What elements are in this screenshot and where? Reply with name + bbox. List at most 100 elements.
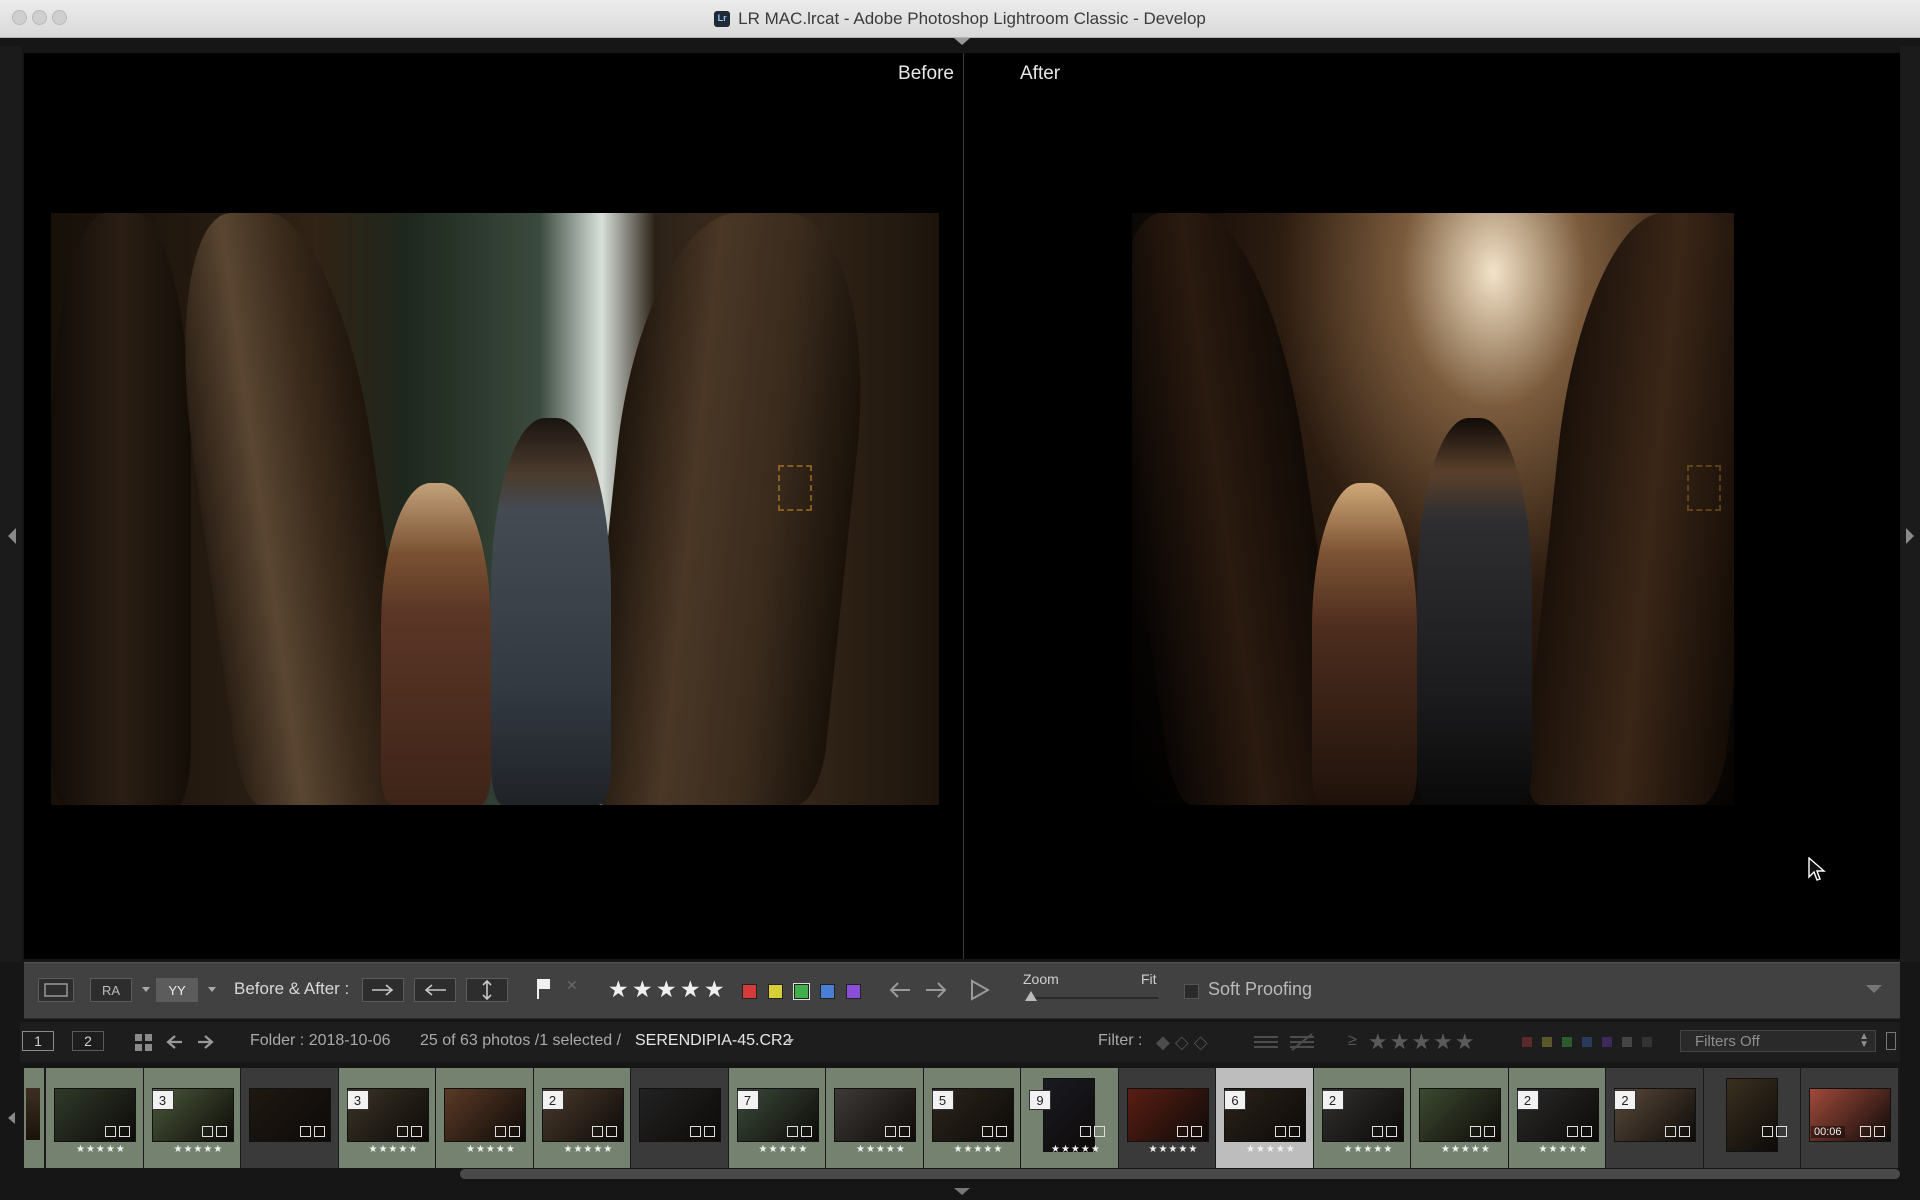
color-label-green[interactable]	[793, 983, 810, 1000]
before-after-viewer[interactable]: Before After	[24, 53, 1900, 959]
stack-count-badge[interactable]: 5	[931, 1090, 954, 1110]
before-after-top-bottom-button[interactable]: YY	[156, 978, 198, 1002]
color-label-red[interactable]	[742, 984, 757, 999]
filter-swatch-blue[interactable]	[1582, 1037, 1592, 1047]
edited-filter-icon[interactable]	[1252, 1032, 1280, 1057]
rating-star-1[interactable]: ★	[608, 977, 629, 1001]
filter-swatch-other[interactable]	[1622, 1037, 1632, 1047]
grid-view-icon[interactable]	[135, 1034, 153, 1057]
swap-before-after-button[interactable]	[466, 978, 508, 1002]
filter-swatch-green[interactable]	[1562, 1037, 1572, 1047]
before-photo[interactable]	[51, 213, 939, 805]
filter-rating-stars[interactable]: ★★★★★	[1368, 1029, 1477, 1055]
color-label-yellow[interactable]	[768, 984, 783, 999]
zoom-slider-track[interactable]	[1028, 997, 1158, 999]
film-cell[interactable]: 2 ★★★★★	[533, 1068, 630, 1168]
filter-lock-icon[interactable]	[1886, 1032, 1896, 1050]
yy-dropdown-caret-icon[interactable]	[208, 987, 216, 992]
play-slideshow-icon[interactable]	[970, 979, 991, 1006]
bottom-panel-toggle-icon[interactable]	[954, 1188, 970, 1195]
develop-adjusted-icon	[787, 1126, 798, 1137]
film-cell[interactable]: 3 ★★★★★	[338, 1068, 435, 1168]
next-photo-arrow-icon[interactable]	[924, 981, 948, 1004]
reject-flag-icon[interactable]: ✕	[566, 977, 578, 994]
film-cell[interactable]: 5 ★★★★★	[923, 1068, 1020, 1168]
thumb-badge-icons	[1567, 1126, 1597, 1138]
filmstrip[interactable]: ★★★★★ 3 ★★★★★ 3 ★★★★★ ★★★★★ 2 ★★★★★ 7 ★★★★★ ★★★★★ 5…	[24, 1068, 1900, 1168]
film-cell[interactable]	[1703, 1068, 1800, 1168]
unedited-filter-icon[interactable]	[1288, 1032, 1316, 1057]
film-cell[interactable]: 2 ★★★★★	[1313, 1068, 1410, 1168]
stack-count-badge[interactable]: 7	[736, 1090, 759, 1110]
filmstrip-back-arrow-icon[interactable]	[166, 1034, 184, 1055]
develop-adjusted-icon	[118, 1126, 130, 1137]
window-title: LR MAC.lrcat - Adobe Photoshop Lightroom…	[738, 8, 1206, 28]
filter-swatch-red[interactable]	[1522, 1037, 1532, 1047]
filename-dropdown-caret-icon[interactable]	[786, 1039, 794, 1044]
thumb-rating-stars: ★★★★★	[466, 1144, 516, 1155]
film-cell[interactable]: ★★★★★	[1411, 1068, 1508, 1168]
folder-label[interactable]: Folder : 2018-10-06	[250, 1032, 391, 1050]
film-cell[interactable]: 3 ★★★★★	[143, 1068, 240, 1168]
stack-count-badge[interactable]: 3	[346, 1090, 369, 1110]
pick-flag-icon[interactable]	[535, 977, 553, 1006]
before-after-left-right-button[interactable]: RA	[90, 978, 132, 1002]
selected-filename[interactable]: SERENDIPIA-45.CR2	[635, 1032, 792, 1050]
filmstrip-left-arrow-icon[interactable]	[8, 1112, 15, 1124]
stack-count-badge[interactable]: 2	[541, 1090, 564, 1110]
stack-count-badge[interactable]: 2	[1321, 1090, 1344, 1110]
stack-count-badge[interactable]: 2	[1516, 1090, 1539, 1110]
previous-photo-arrow-icon[interactable]	[888, 981, 912, 1004]
filmstrip-scrollbar[interactable]	[460, 1169, 1900, 1179]
ra-dropdown-caret-icon[interactable]	[142, 987, 150, 992]
develop-adjusted-icon	[1664, 1126, 1676, 1137]
stack-count-badge[interactable]: 3	[151, 1090, 174, 1110]
film-cell[interactable]: 9 ★★★★★	[1021, 1068, 1118, 1168]
film-cell[interactable]: 6 ★★★★★	[1216, 1068, 1313, 1168]
color-label-blue[interactable]	[820, 984, 835, 999]
loupe-view-button[interactable]	[38, 978, 74, 1002]
stack-count-badge[interactable]: 6	[1224, 1090, 1246, 1110]
rating-star-4[interactable]: ★	[680, 977, 701, 1001]
rating-star-5[interactable]: ★	[704, 977, 725, 1001]
zoom-slider-thumb[interactable]	[1025, 991, 1037, 1001]
filter-swatch-yellow[interactable]	[1542, 1037, 1552, 1047]
stack-count-badge[interactable]: 9	[1029, 1090, 1051, 1110]
after-photo[interactable]	[1132, 213, 1734, 805]
right-panel-toggle-icon[interactable]	[1906, 528, 1914, 544]
stack-count-badge[interactable]: 2	[1614, 1090, 1636, 1110]
film-cell[interactable]: 00:06	[1801, 1068, 1898, 1168]
thumb-rating-stars: ★★★★★	[758, 1144, 809, 1155]
filter-swatch-purple[interactable]	[1602, 1037, 1612, 1047]
filmstrip-forward-arrow-icon[interactable]	[196, 1034, 214, 1055]
left-panel-toggle-icon[interactable]	[8, 528, 16, 544]
copy-before-to-after-button[interactable]	[362, 978, 404, 1002]
film-cell[interactable]: 7 ★★★★★	[728, 1068, 825, 1168]
film-cell[interactable]	[241, 1068, 338, 1168]
main-window-button[interactable]: 1	[22, 1031, 54, 1051]
secondary-window-button[interactable]: 2	[72, 1031, 104, 1051]
filmstrip-scroll-thumb[interactable]	[460, 1169, 1900, 1179]
toolbar-options-caret-icon[interactable]	[1866, 985, 1882, 993]
filter-swatch-none[interactable]	[1642, 1037, 1652, 1047]
filter-preset-select[interactable]: Filters Off ▲ ▼	[1680, 1030, 1876, 1052]
fit-label: Fit	[1141, 971, 1157, 987]
film-cell[interactable]: ★★★★★	[1118, 1068, 1215, 1168]
rating-gte-symbol[interactable]: ≥	[1348, 1032, 1357, 1050]
film-cell[interactable]: ★★★★★	[436, 1068, 533, 1168]
color-filter-swatches[interactable]	[1522, 1037, 1652, 1047]
film-cell[interactable]	[631, 1068, 728, 1168]
film-cell-partial[interactable]	[24, 1068, 44, 1168]
soft-proofing-checkbox[interactable]	[1184, 984, 1199, 999]
flag-filter-icons[interactable]: ◆ ◇ ◇	[1156, 1032, 1208, 1053]
film-cell[interactable]: 2	[1606, 1068, 1703, 1168]
thumb-badge-icons	[397, 1126, 427, 1138]
top-panel-toggle-icon[interactable]	[954, 38, 970, 45]
copy-after-to-before-button[interactable]	[414, 978, 456, 1002]
rating-star-3[interactable]: ★	[656, 977, 677, 1001]
color-label-purple[interactable]	[846, 984, 861, 999]
rating-star-2[interactable]: ★	[632, 977, 653, 1001]
film-cell[interactable]: 2 ★★★★★	[1508, 1068, 1605, 1168]
film-cell[interactable]: ★★★★★	[826, 1068, 923, 1168]
film-cell[interactable]: ★★★★★	[46, 1068, 143, 1168]
